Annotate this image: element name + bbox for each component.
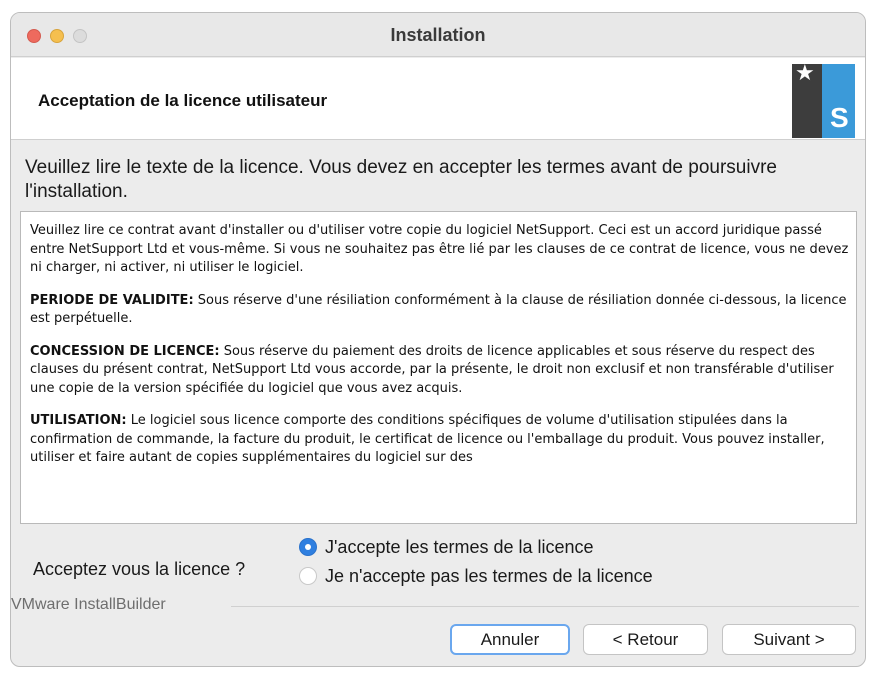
next-button[interactable]: Suivant > [722, 624, 856, 655]
instruction-text: Veuillez lire le texte de la licence. Vo… [25, 157, 777, 202]
license-section-heading: UTILISATION: [30, 413, 127, 428]
page-header: Acceptation de la licence utilisateur ★ … [11, 58, 865, 140]
cancel-button[interactable]: Annuler [450, 624, 570, 655]
accept-option[interactable]: J'accepte les termes de la licence [299, 536, 594, 558]
accept-label[interactable]: J'accepte les termes de la licence [325, 537, 594, 558]
footer-divider [231, 606, 859, 607]
license-section: UTILISATION: Le logiciel sous licence co… [30, 412, 849, 468]
license-intro: Veuillez lire ce contrat avant d'install… [30, 223, 849, 275]
license-section-heading: PERIODE DE VALIDITE: [30, 292, 194, 308]
license-section-heading: CONCESSION DE LICENCE: [30, 343, 220, 359]
star-icon: ★ [795, 60, 815, 85]
netsupport-logo-icon: ★ S [792, 60, 855, 138]
decline-option[interactable]: Je n'accepte pas les termes de la licenc… [299, 565, 653, 587]
license-section: CONCESSION DE LICENCE: Sous réserve du p… [30, 343, 849, 399]
decline-radio[interactable] [299, 567, 317, 585]
back-button[interactable]: < Retour [583, 624, 708, 655]
license-section-text: Le logiciel sous licence comporte des co… [30, 413, 825, 465]
accept-radio[interactable] [299, 538, 317, 556]
installer-window: Installation Acceptation de la licence u… [10, 12, 866, 667]
license-section: PERIODE DE VALIDITE: Sous réserve d'une … [30, 292, 849, 329]
vendor-label: VMware InstallBuilder [11, 596, 166, 613]
acceptance-question: Acceptez vous la licence ? [33, 559, 246, 579]
logo-s-glyph: S [830, 102, 849, 133]
page-title: Acceptation de la licence utilisateur [38, 91, 328, 110]
license-text-area[interactable]: Veuillez lire ce contrat avant d'install… [20, 211, 857, 524]
window-title: Installation [390, 25, 486, 45]
title-bar[interactable]: Installation [11, 13, 865, 57]
decline-label[interactable]: Je n'accepte pas les termes de la licenc… [325, 566, 653, 587]
